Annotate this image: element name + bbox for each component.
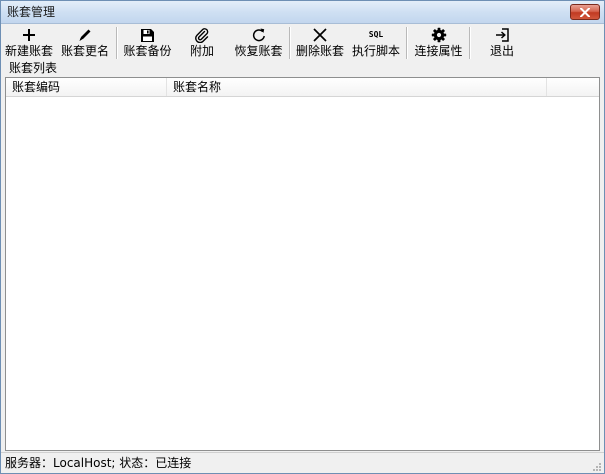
toolbar-separator xyxy=(406,27,408,59)
toolbar-separator xyxy=(469,27,471,59)
sql-icon: SQL xyxy=(366,27,386,43)
rename-account-button[interactable]: 账套更名 xyxy=(57,24,113,62)
account-list[interactable]: 账套编码 账套名称 xyxy=(5,77,600,451)
window-title: 账套管理 xyxy=(7,5,56,19)
column-account-code[interactable]: 账套编码 xyxy=(6,78,167,96)
save-icon xyxy=(138,27,158,43)
title-bar[interactable]: 账套管理 xyxy=(1,1,604,24)
backup-account-label: 账套备份 xyxy=(123,44,172,58)
close-x-icon xyxy=(580,8,590,17)
connection-properties-button[interactable]: 连接属性 xyxy=(411,24,466,62)
account-list-group-label: 账套列表 xyxy=(9,61,58,75)
resize-grip-icon[interactable] xyxy=(592,462,602,472)
pencil-icon xyxy=(75,27,95,43)
sql-icon-text: SQL xyxy=(368,30,384,39)
account-list-header: 账套编码 账套名称 xyxy=(6,78,599,97)
delete-account-button[interactable]: 删除账套 xyxy=(293,24,347,62)
status-text: 服务器：LocalHost; 状态：已连接 xyxy=(5,456,192,470)
close-window-button[interactable] xyxy=(570,4,600,20)
close-icon xyxy=(310,27,330,43)
account-manager-window: 账套管理 新建账套 账套更名 账套备份 附加 恢复账套 删除账套 SQL 执行脚… xyxy=(0,0,605,474)
toolbar-separator xyxy=(289,27,291,59)
exit-icon xyxy=(492,27,512,43)
exit-button[interactable]: 退出 xyxy=(477,24,527,62)
toolbar-separator xyxy=(116,27,118,59)
new-account-button[interactable]: 新建账套 xyxy=(4,24,54,62)
restore-account-button[interactable]: 恢复账套 xyxy=(231,24,286,62)
run-script-label: 执行脚本 xyxy=(351,44,400,58)
paperclip-icon xyxy=(192,27,212,43)
exit-label: 退出 xyxy=(489,44,514,58)
status-bar: 服务器：LocalHost; 状态：已连接 xyxy=(1,452,604,473)
restore-account-label: 恢复账套 xyxy=(234,44,283,58)
connection-properties-label: 连接属性 xyxy=(414,44,463,58)
toolbar: 新建账套 账套更名 账套备份 附加 恢复账套 删除账套 SQL 执行脚本 连接属… xyxy=(1,24,604,62)
plus-icon xyxy=(19,27,39,43)
attach-button[interactable]: 附加 xyxy=(179,24,225,62)
backup-account-button[interactable]: 账套备份 xyxy=(120,24,175,62)
column-account-name[interactable]: 账套名称 xyxy=(167,78,547,96)
run-script-button[interactable]: SQL 执行脚本 xyxy=(349,24,403,62)
refresh-icon xyxy=(249,27,269,43)
rename-account-label: 账套更名 xyxy=(60,44,109,58)
delete-account-label: 删除账套 xyxy=(295,44,344,58)
attach-label: 附加 xyxy=(189,44,214,58)
new-account-label: 新建账套 xyxy=(4,44,53,58)
gear-icon xyxy=(429,27,449,43)
